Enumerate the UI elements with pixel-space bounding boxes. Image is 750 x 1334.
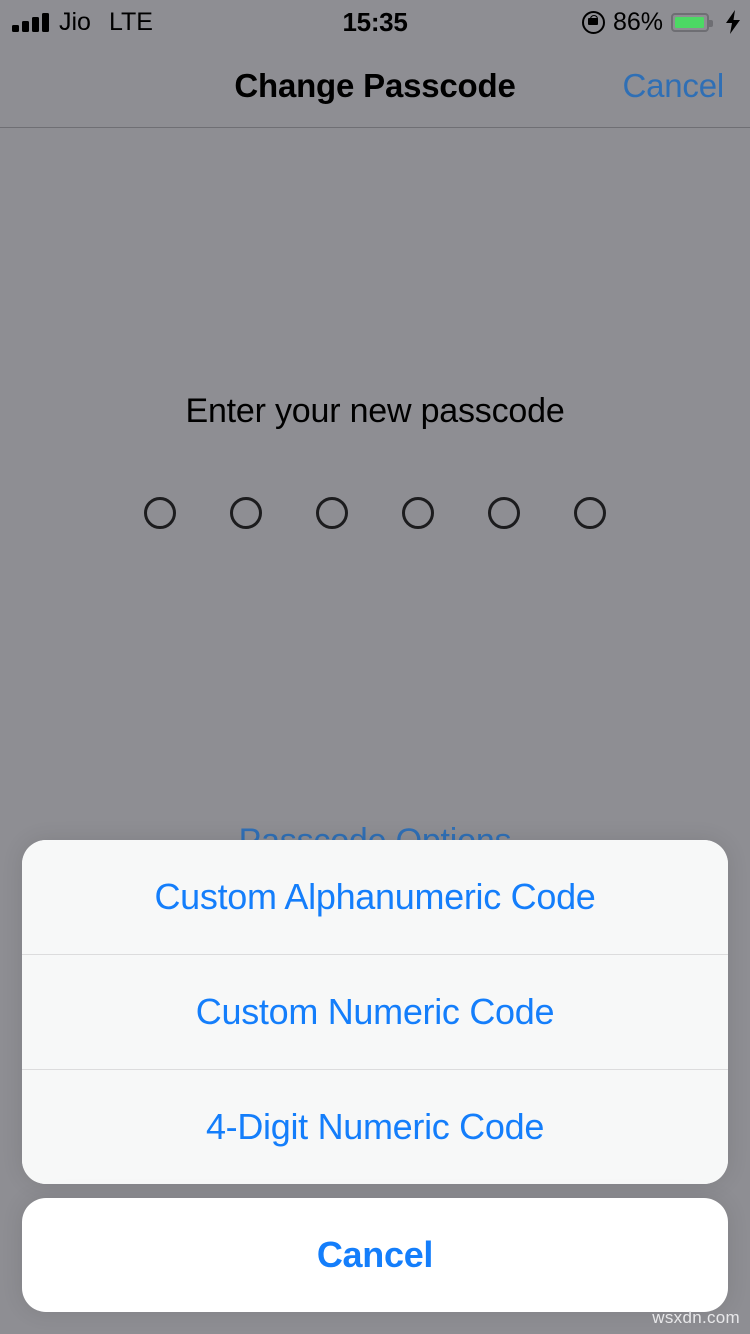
navigation-bar: Change Passcode Cancel [0, 44, 750, 128]
passcode-dot [488, 497, 520, 529]
passcode-dot [402, 497, 434, 529]
passcode-dot [144, 497, 176, 529]
battery-icon [671, 12, 713, 32]
battery-percent-label: 86% [612, 8, 663, 36]
passcode-prompt: Enter your new passcode [185, 392, 565, 430]
action-sheet-cancel-button[interactable]: Cancel [22, 1198, 728, 1312]
passcode-dot [230, 497, 262, 529]
status-bar-right: 86% [581, 0, 742, 44]
action-sheet-option-alphanumeric[interactable]: Custom Alphanumeric Code [22, 840, 728, 955]
rotation-lock-icon [581, 10, 605, 34]
status-bar: Jio LTE 15:35 86% [0, 0, 750, 44]
passcode-dot [574, 497, 606, 529]
action-sheet-option-custom-numeric[interactable]: Custom Numeric Code [22, 955, 728, 1070]
passcode-field[interactable] [0, 497, 750, 529]
action-sheet: Custom Alphanumeric Code Custom Numeric … [22, 840, 728, 1184]
nav-cancel-button[interactable]: Cancel [622, 44, 724, 127]
watermark: wsxdn.com [652, 1308, 740, 1327]
charging-bolt-icon [724, 10, 742, 34]
passcode-dot [316, 497, 348, 529]
action-sheet-option-four-digit[interactable]: 4-Digit Numeric Code [22, 1070, 728, 1184]
iphone-screen: Jio LTE 15:35 86% Change Passcode Cancel… [0, 0, 750, 1334]
